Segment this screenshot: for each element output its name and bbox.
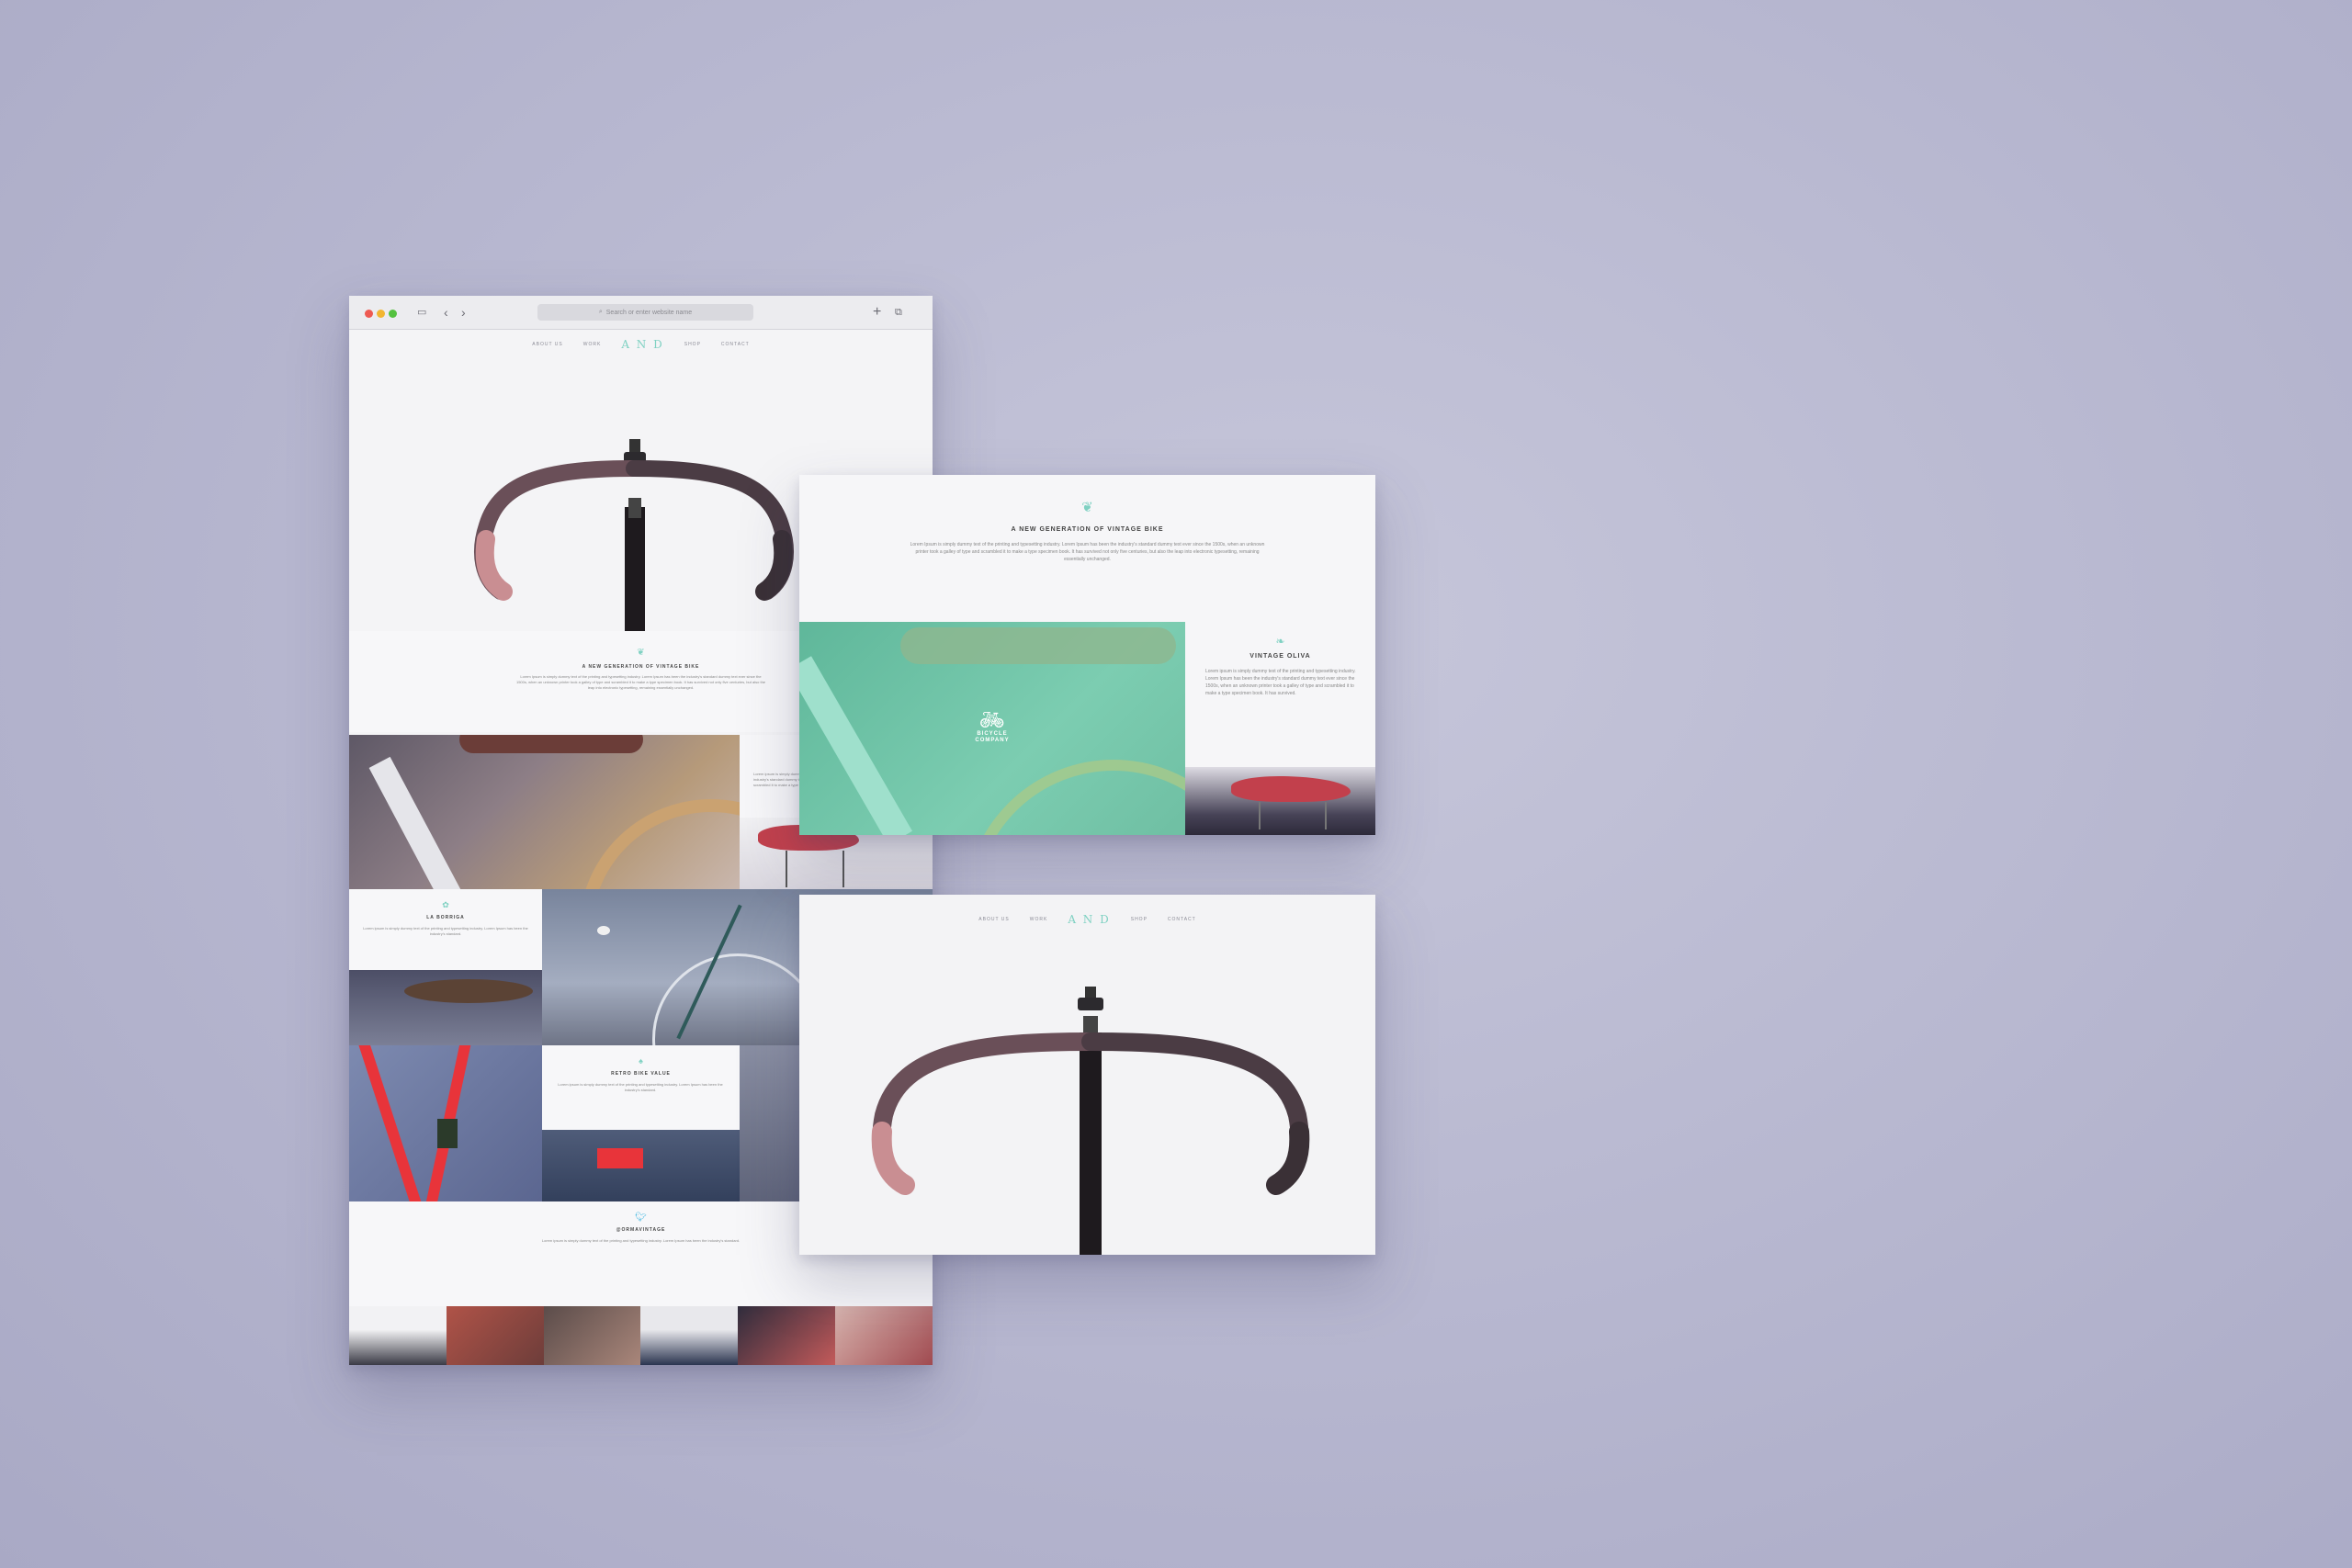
back-icon[interactable]: ‹ xyxy=(444,305,448,320)
section-b-title: RETRO BIKE VALUE xyxy=(611,1071,671,1077)
handlebar-illustration xyxy=(871,987,1310,1255)
feature-card-text: Lorem Ipsum is simply dummy text of the … xyxy=(910,542,1265,562)
strip-photo[interactable] xyxy=(349,1306,447,1365)
feature-description-text: Lorem ipsum is simply dummy text of the … xyxy=(1205,669,1356,696)
feature-card: ❦ A NEW GENERATION OF VINTAGE BIKE Lorem… xyxy=(799,475,1375,835)
sidebar-icon[interactable]: ▭ xyxy=(417,305,426,320)
intro-text: Lorem Ipsum is simply dummy text of the … xyxy=(515,674,766,690)
leaf-small-icon: ❧ xyxy=(1275,635,1285,648)
nav-work[interactable]: WORK xyxy=(583,342,602,347)
feature-card-title: A NEW GENERATION OF VINTAGE BIKE xyxy=(1011,526,1164,533)
maximize-window-button[interactable] xyxy=(389,310,397,318)
bike-frame-photo xyxy=(349,735,740,889)
section-b: ♠ RETRO BIKE VALUE Lorem ipsum is simply… xyxy=(542,1045,740,1130)
address-bar-placeholder: Search or enter website name xyxy=(605,309,693,316)
strip-photo[interactable] xyxy=(835,1306,933,1365)
red-frame-photo xyxy=(349,1045,542,1201)
site-logo[interactable]: A N D xyxy=(621,338,663,351)
section-a-title: LA BORRIGA xyxy=(426,915,465,920)
strip-photo[interactable] xyxy=(640,1306,739,1365)
strip-photo[interactable] xyxy=(543,1306,641,1365)
minimize-window-button[interactable] xyxy=(377,310,385,318)
browser-toolbar: ▭ ‹ › ⌕ Search or enter website name + ⧉ xyxy=(349,296,933,330)
feature-description: ❧ VINTAGE OLIVA Lorem ipsum is simply du… xyxy=(1185,622,1375,767)
tabs-overview-icon[interactable]: ⧉ xyxy=(895,305,902,320)
brown-saddle-photo xyxy=(349,970,542,1045)
nav-about[interactable]: ABOUT US xyxy=(532,342,562,347)
strip-photo[interactable] xyxy=(446,1306,544,1365)
tweet-text: Lorem ipsum is simply dummy text of the … xyxy=(541,1238,741,1243)
bicycle-company-badge: 🚲︎ BICYCLE COMPANY xyxy=(969,709,1015,744)
close-window-button[interactable] xyxy=(365,310,373,318)
intro-title: A NEW GENERATION OF VINTAGE BIKE xyxy=(582,664,700,670)
tag-icon: ✿ xyxy=(442,900,449,909)
feature-description-title: VINTAGE OLIVA xyxy=(1250,653,1311,660)
badge-text: BICYCLE COMPANY xyxy=(975,731,1010,743)
section-a: ✿ LA BORRIGA Lorem ipsum is simply dummy… xyxy=(349,889,542,970)
strip-photo[interactable] xyxy=(738,1306,836,1365)
teal-bike-photo: 🚲︎ BICYCLE COMPANY xyxy=(799,622,1185,835)
nav-shop[interactable]: SHOP xyxy=(684,342,701,347)
nav-contact[interactable]: CONTACT xyxy=(721,342,750,347)
saddle-photo xyxy=(1185,767,1375,835)
photo-strip xyxy=(349,1306,933,1365)
bottle-icon: ♠ xyxy=(639,1056,643,1066)
search-icon: ⌕ xyxy=(598,309,603,315)
forward-icon[interactable]: › xyxy=(461,305,466,320)
section-b-text: Lorem ipsum is simply dummy text of the … xyxy=(558,1082,723,1092)
hero-card: ABOUT US WORK A N D SHOP CONTACT xyxy=(799,895,1375,1255)
rim-photo xyxy=(542,1130,740,1201)
leaf-icon: ❦ xyxy=(1081,500,1093,515)
new-tab-icon[interactable]: + xyxy=(873,305,881,320)
address-bar[interactable]: ⌕ Search or enter website name xyxy=(537,304,753,321)
site-nav: ABOUT US WORK A N D SHOP CONTACT xyxy=(349,338,933,351)
section-a-text: Lorem ipsum is simply dummy text of the … xyxy=(363,926,528,936)
bicycle-icon: 🚲︎ xyxy=(979,708,1005,731)
